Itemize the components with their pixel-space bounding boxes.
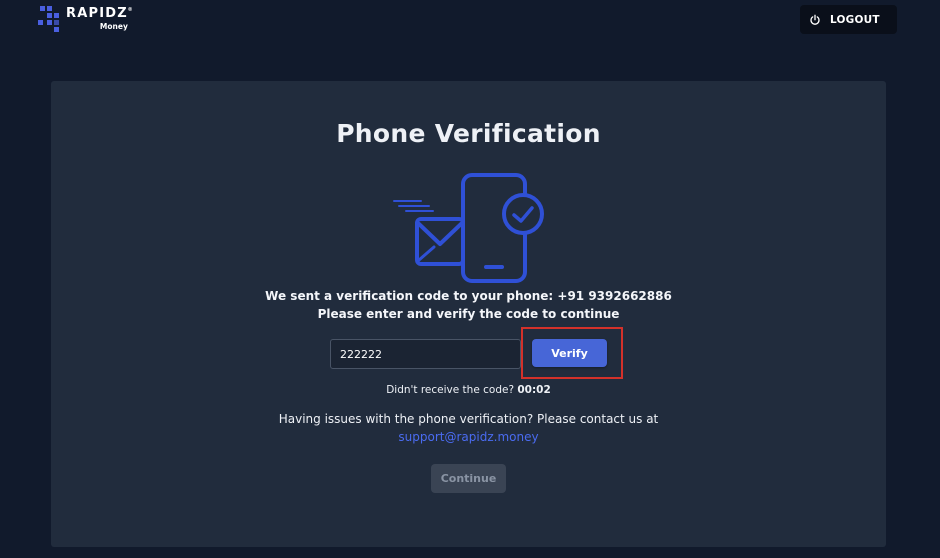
power-icon: [810, 14, 820, 25]
phone-verification-illustration: [393, 173, 544, 283]
verify-button[interactable]: Verify: [532, 339, 607, 367]
logo-mark-icon: [38, 5, 62, 33]
support-email-link[interactable]: support@rapidz.money: [51, 430, 886, 444]
resend-text: Didn't receive the code?: [386, 384, 518, 396]
code-sent-text: We sent a verification code to your phon…: [265, 289, 558, 303]
logout-label: LOGOUT: [830, 13, 880, 26]
envelope-icon: [415, 217, 465, 266]
logo-name: RAPIDZ: [66, 6, 128, 21]
support-message: Having issues with the phone verificatio…: [278, 412, 659, 426]
instruction-text: Please enter and verify the code to cont…: [317, 307, 620, 321]
logo-subtitle: Money: [99, 22, 128, 31]
page-title: Phone Verification: [336, 119, 601, 148]
rapidz-logo[interactable]: RAPIDZ ® Money: [38, 5, 133, 33]
check-circle-icon: [502, 193, 544, 235]
registered-mark: ®: [127, 7, 134, 13]
verification-card: Phone Verification We sent a verificatio…: [51, 81, 886, 547]
continue-button[interactable]: Continue: [431, 464, 506, 493]
phone-number: +91 9392662886: [557, 289, 672, 303]
verification-code-input[interactable]: [330, 339, 521, 369]
code-sent-message: We sent a verification code to your phon…: [51, 289, 886, 303]
logout-button[interactable]: LOGOUT: [800, 5, 897, 34]
resend-info: Didn't receive the code? 00:02: [51, 384, 886, 396]
app-root: RAPIDZ ® Money LOGOUT Phone Verification: [0, 0, 940, 558]
resend-timer: 00:02: [517, 384, 551, 396]
